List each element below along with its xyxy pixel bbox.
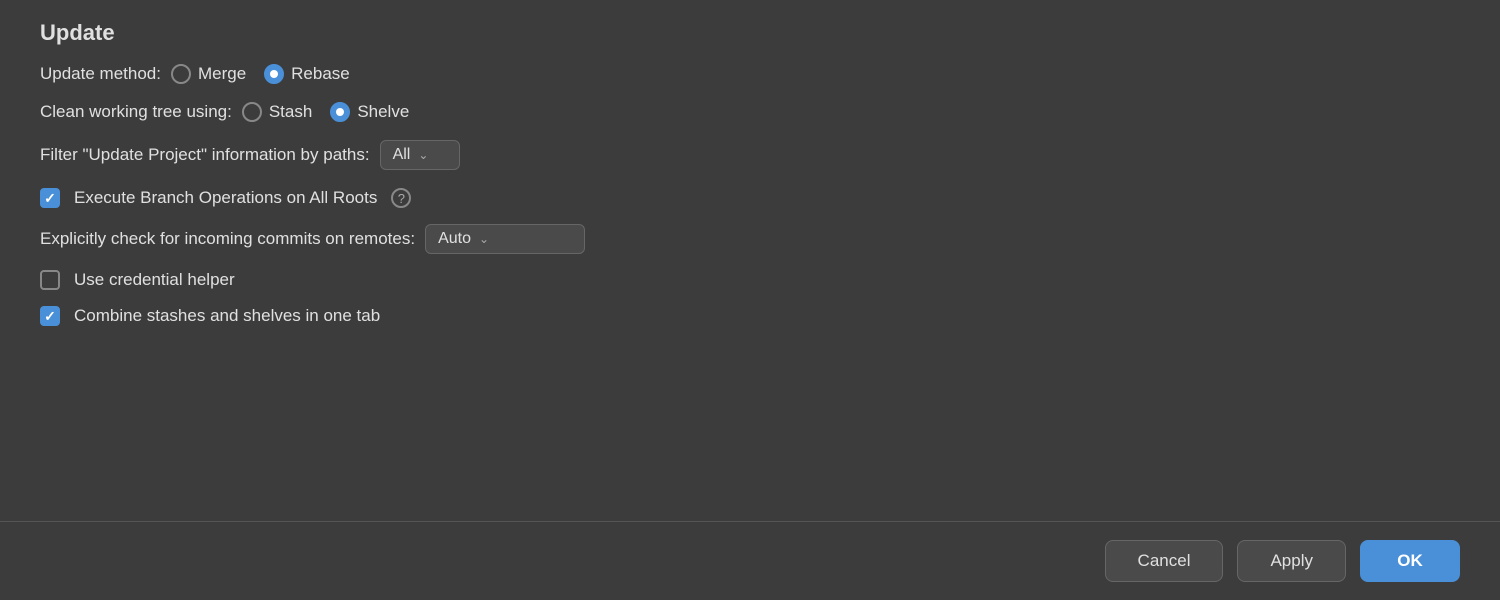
apply-button[interactable]: Apply: [1237, 540, 1346, 582]
execute-branch-row[interactable]: Execute Branch Operations on All Roots ?: [40, 188, 1460, 208]
filter-paths-value: All: [393, 146, 411, 164]
stash-radio-label: Stash: [269, 102, 312, 122]
incoming-commits-value: Auto: [438, 230, 471, 248]
rebase-radio-circle[interactable]: [264, 64, 284, 84]
execute-branch-checkbox[interactable]: [40, 188, 60, 208]
combine-stashes-row[interactable]: Combine stashes and shelves in one tab: [40, 306, 1460, 326]
shelve-radio-option[interactable]: Shelve: [330, 102, 409, 122]
incoming-commits-dropdown[interactable]: Auto ⌄: [425, 224, 585, 254]
help-icon[interactable]: ?: [391, 188, 411, 208]
incoming-commits-row: Explicitly check for incoming commits on…: [40, 224, 1460, 254]
ok-button[interactable]: OK: [1360, 540, 1460, 582]
shelve-radio-circle[interactable]: [330, 102, 350, 122]
merge-radio-label: Merge: [198, 64, 246, 84]
execute-branch-label: Execute Branch Operations on All Roots: [74, 188, 377, 208]
credential-helper-checkbox[interactable]: [40, 270, 60, 290]
merge-radio-option[interactable]: Merge: [171, 64, 246, 84]
stash-radio-option[interactable]: Stash: [242, 102, 312, 122]
section-title: Update: [40, 20, 1460, 46]
merge-radio-circle[interactable]: [171, 64, 191, 84]
rebase-radio-option[interactable]: Rebase: [264, 64, 350, 84]
clean-working-tree-row: Clean working tree using: Stash Shelve: [40, 102, 1460, 122]
dialog-footer: Cancel Apply OK: [0, 521, 1500, 600]
combine-stashes-label: Combine stashes and shelves in one tab: [74, 306, 380, 326]
content-area: Update Update method: Merge Rebase Clean…: [0, 0, 1500, 521]
cancel-button[interactable]: Cancel: [1105, 540, 1224, 582]
chevron-down-icon: ⌄: [418, 148, 428, 162]
filter-paths-label: Filter "Update Project" information by p…: [40, 145, 370, 165]
filter-paths-row: Filter "Update Project" information by p…: [40, 140, 1460, 170]
incoming-commits-label: Explicitly check for incoming commits on…: [40, 229, 415, 249]
clean-working-tree-label: Clean working tree using:: [40, 102, 232, 122]
settings-dialog: Update Update method: Merge Rebase Clean…: [0, 0, 1500, 600]
update-method-row: Update method: Merge Rebase: [40, 64, 1460, 84]
credential-helper-row[interactable]: Use credential helper: [40, 270, 1460, 290]
shelve-radio-label: Shelve: [357, 102, 409, 122]
combine-stashes-checkbox[interactable]: [40, 306, 60, 326]
update-method-label: Update method:: [40, 64, 161, 84]
rebase-radio-label: Rebase: [291, 64, 350, 84]
update-method-radio-group: Merge Rebase: [171, 64, 350, 84]
clean-working-tree-radio-group: Stash Shelve: [242, 102, 409, 122]
filter-paths-dropdown[interactable]: All ⌄: [380, 140, 460, 170]
stash-radio-circle[interactable]: [242, 102, 262, 122]
credential-helper-label: Use credential helper: [74, 270, 235, 290]
chevron-down-icon-2: ⌄: [479, 232, 489, 246]
